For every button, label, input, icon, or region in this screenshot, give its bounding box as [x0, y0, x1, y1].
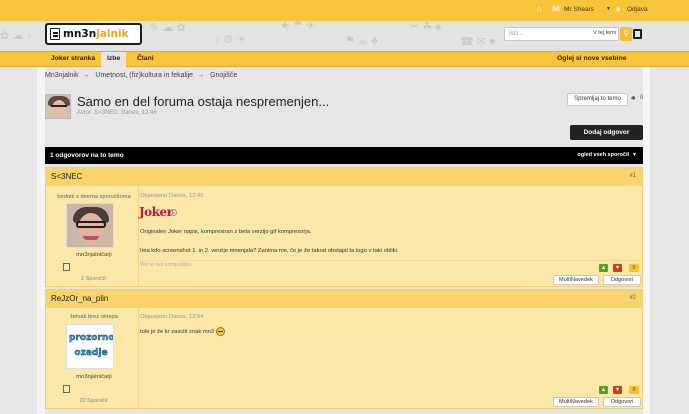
post-header: S<3NEC #1: [46, 168, 642, 186]
replies-count: 1 odgovorov na to temo: [50, 152, 124, 159]
post-signature: We're not compatible.: [140, 262, 193, 268]
post-score: 0: [629, 264, 639, 272]
search-button[interactable]: ⚲: [620, 27, 632, 41]
smiley-icon: [216, 327, 226, 336]
site-logo[interactable]: mn3n jalnik: [45, 23, 142, 45]
author-avatar[interactable]: [45, 94, 71, 119]
post-text: Ima kdo screenshot 1. in 2. verzije mnen…: [140, 248, 399, 254]
post-number[interactable]: #1: [629, 173, 636, 179]
breadcrumb-item[interactable]: Umetnost, (fiz)kultura in fekalije: [95, 72, 193, 79]
notebook-icon: [50, 28, 60, 40]
upvote-button[interactable]: ▲: [599, 264, 608, 272]
avatar[interactable]: prozorno ozadje: [66, 324, 114, 369]
likes-count: 0: [640, 95, 644, 101]
breadcrumb-item[interactable]: Gnojišče: [210, 72, 237, 79]
user-rank: bednik z dvema sporočiloma: [57, 194, 131, 200]
bell-icon[interactable]: ♦: [613, 4, 623, 14]
upvote-button[interactable]: ▲: [599, 386, 608, 394]
page-title: Samo en del foruma ostaja nespremenjen..…: [77, 94, 330, 109]
arrow-down-icon: ▼: [614, 387, 621, 393]
mail-icon[interactable]: ✉: [551, 4, 561, 14]
avatar-text: ozadje: [74, 348, 108, 358]
post-date: Objavljeno Danes, 12:54: [140, 314, 204, 320]
nav-joker-stranka[interactable]: Joker stranka: [51, 55, 95, 62]
user-post-count[interactable]: 20 Sporočil:: [46, 398, 142, 404]
chevron-down-icon[interactable]: ▼: [606, 6, 611, 12]
nav-clani[interactable]: Člani: [137, 55, 154, 62]
search-icon: ⚲: [623, 29, 629, 38]
chevron-down-icon[interactable]: ▼: [632, 152, 637, 158]
user-group: mn3njalničarji: [76, 374, 112, 380]
play-icon[interactable]: ▶: [170, 209, 177, 216]
search-placeholder: Išči...: [509, 31, 524, 37]
arrow-down-icon: ▼: [614, 265, 621, 271]
post-header: ReJzOr_na_plin #2: [46, 290, 642, 308]
post-username[interactable]: S<3NEC: [51, 172, 82, 181]
page-right-border: [643, 67, 650, 414]
arrow-up-icon: ▲: [600, 265, 607, 271]
search-input[interactable]: Išči... V tej temi: [504, 27, 619, 41]
avatar[interactable]: [66, 203, 114, 248]
view-all-posts-link[interactable]: ogled vseh sporočil: [577, 152, 629, 158]
pm-icon[interactable]: [63, 385, 70, 393]
post-text: Originalen Joker napis, kompresiran z be…: [140, 229, 312, 235]
pm-icon[interactable]: [63, 263, 70, 271]
reply-button[interactable]: Odgovori: [603, 397, 641, 407]
new-content-link[interactable]: Oglej si nove vsebine: [557, 55, 627, 62]
advanced-search-icon[interactable]: [633, 29, 642, 39]
joker-logo-image: Joker: [139, 205, 173, 219]
breadcrumb-item[interactable]: Mn3njalnik: [45, 72, 78, 79]
post-score: 0: [629, 386, 639, 394]
post-date: Objavljeno Danes, 12:46: [140, 193, 204, 199]
post-number[interactable]: #2: [629, 295, 636, 301]
user-post-count[interactable]: 2 Sporočil:: [46, 276, 142, 282]
avatar-text: prozorno: [69, 333, 114, 343]
arrow-up-icon: ▲: [600, 387, 607, 393]
post: ReJzOr_na_plin #2 želvak brez oklepa pro…: [45, 289, 643, 409]
thread-meta: Avtor: S<3NEC, Danes, 12:46: [77, 110, 157, 116]
logout-link[interactable]: Odjava: [627, 6, 648, 13]
logo-text-main: mn3n: [63, 28, 97, 40]
user-menu[interactable]: Mr Shears: [564, 6, 594, 13]
user-rank: želvak brez oklepa: [69, 314, 118, 320]
likes-icon: ♣: [631, 95, 636, 102]
downvote-button[interactable]: ▼: [613, 386, 622, 394]
page-left-border: [37, 67, 45, 414]
search-scope-select[interactable]: V tej temi: [593, 30, 616, 36]
replies-bar: 1 odgovorov na to temo ogled vseh sporoč…: [45, 147, 643, 164]
nav-izbe[interactable]: Izbe: [101, 52, 127, 67]
breadcrumb: Mn3njalnik → Umetnost, (fiz)kultura in fe…: [45, 72, 241, 79]
breadcrumb-arrow-icon: →: [197, 72, 205, 79]
main-nav: Joker stranka Izbe Člani Oglej si nove v…: [0, 51, 689, 67]
multiquote-button[interactable]: MultiNavedek: [553, 275, 599, 285]
reply-button[interactable]: Odgovori: [603, 275, 641, 285]
breadcrumb-arrow-icon: →: [82, 72, 90, 79]
add-reply-button[interactable]: Dodaj odgovor: [570, 125, 643, 140]
home-icon[interactable]: ⌂: [534, 4, 544, 14]
top-user-bar: ⌂ ✉ Mr Shears ▼ ♦ Odjava: [0, 0, 689, 21]
post-text: tole je že kr zasciti znak mn3: [140, 327, 226, 336]
downvote-button[interactable]: ▼: [613, 264, 622, 272]
post: S<3NEC #1 bednik z dvema sporočiloma mn3…: [45, 167, 643, 287]
multiquote-button[interactable]: MultiNavedek: [553, 397, 599, 407]
user-group: mn3njalničarji: [76, 252, 112, 258]
watch-thread-button[interactable]: Spremljaj to temo: [567, 93, 628, 106]
logo-text-accent: jalnik: [96, 28, 129, 40]
post-username[interactable]: ReJzOr_na_plin: [51, 294, 108, 303]
